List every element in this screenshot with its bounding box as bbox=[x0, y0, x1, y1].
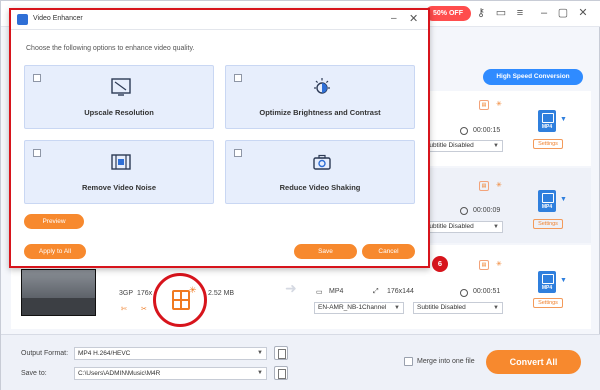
mp4-format-icon[interactable]: MP4 bbox=[538, 110, 556, 132]
chevron-down-icon[interactable]: ▼ bbox=[560, 116, 567, 123]
settings-button[interactable]: Settings bbox=[533, 298, 563, 308]
source-format: 3GP bbox=[119, 290, 134, 297]
minimize-icon[interactable]: – bbox=[537, 6, 551, 20]
thumbnail-ground bbox=[22, 298, 95, 315]
subtitle-value: Subtitle Disabled bbox=[417, 304, 466, 311]
subtitle-value: Subtitle Disabled bbox=[425, 223, 474, 230]
menu-icon[interactable]: ≡ bbox=[513, 6, 527, 20]
duration-text: 00:00:51 bbox=[473, 288, 501, 295]
merge-label: Merge into one file bbox=[417, 358, 475, 365]
save-path-select[interactable]: C:\Users\ADMIN\Music\M4R ▼ bbox=[74, 367, 267, 380]
convert-arrow-icon: ➜ bbox=[285, 280, 297, 296]
output-format: MP4 bbox=[329, 288, 344, 295]
save-button[interactable]: Save bbox=[294, 244, 357, 259]
subtitle-value: Subtitle Disabled bbox=[425, 142, 474, 149]
enhance-video-icon bbox=[172, 290, 190, 310]
mp4-format-icon[interactable]: MP4 bbox=[538, 271, 556, 293]
option-upscale-resolution[interactable]: Upscale Resolution bbox=[24, 65, 214, 129]
merge-checkbox[interactable] bbox=[404, 357, 413, 366]
duration-text: 00:00:15 bbox=[473, 127, 501, 134]
format-settings-icon[interactable] bbox=[274, 346, 288, 360]
sparkle-icon[interactable]: ✳ bbox=[496, 181, 502, 189]
film-icon bbox=[111, 154, 131, 170]
cancel-button[interactable]: Cancel bbox=[362, 244, 415, 259]
convert-all-button[interactable]: Convert All bbox=[486, 350, 581, 374]
folder-icon[interactable] bbox=[274, 366, 288, 380]
option-checkbox[interactable] bbox=[234, 149, 242, 157]
save-to-label: Save to: bbox=[21, 370, 47, 377]
key-icon[interactable]: ⚷ bbox=[474, 6, 488, 20]
app-window: 50% OFF ⚷ ▭ ≡ – ▢ ✕ High Speed Conversio… bbox=[0, 0, 600, 390]
clock-icon bbox=[460, 127, 468, 135]
output-format-value: MP4 H.264/HEVC bbox=[78, 350, 131, 357]
maximize-icon[interactable]: ▢ bbox=[556, 6, 570, 20]
chevron-down-icon: ▼ bbox=[493, 224, 499, 230]
sparkle-icon[interactable]: ✳ bbox=[496, 260, 502, 268]
high-speed-conversion-button[interactable]: High Speed Conversion bbox=[483, 69, 583, 85]
option-label: Optimize Brightness and Contrast bbox=[259, 108, 381, 117]
option-checkbox[interactable] bbox=[234, 74, 242, 82]
thumbnail-sky bbox=[22, 270, 95, 300]
chevron-down-icon[interactable]: ▼ bbox=[560, 277, 567, 284]
preview-button[interactable]: Preview bbox=[24, 214, 84, 229]
chevron-down-icon: ▼ bbox=[493, 305, 499, 311]
option-reduce-shaking[interactable]: Reduce Video Shaking bbox=[225, 140, 415, 204]
subtitle-select[interactable]: Subtitle Disabled ▼ bbox=[421, 221, 503, 233]
option-checkbox[interactable] bbox=[33, 149, 41, 157]
save-path-value: C:\Users\ADMIN\Music\M4R bbox=[78, 370, 161, 377]
upscale-icon bbox=[111, 78, 131, 96]
hdr-badge-icon[interactable]: ▤ bbox=[479, 100, 489, 110]
output-format-select[interactable]: MP4 H.264/HEVC ▼ bbox=[74, 347, 267, 360]
scissors-icon[interactable]: ✂ bbox=[141, 305, 147, 313]
video-enhancer-dialog: Video Enhancer – ✕ Choose the following … bbox=[9, 8, 430, 268]
option-remove-noise[interactable]: Remove Video Noise bbox=[24, 140, 214, 204]
sparkle-icon: ✳ bbox=[189, 285, 197, 295]
source-resolution: 176x bbox=[137, 290, 153, 297]
apply-to-all-button[interactable]: Apply to All bbox=[24, 244, 86, 259]
option-label: Reduce Video Shaking bbox=[279, 183, 361, 192]
promo-badge[interactable]: 50% OFF bbox=[425, 6, 471, 21]
minimize-icon[interactable]: – bbox=[391, 13, 397, 24]
dialog-title: Video Enhancer bbox=[33, 15, 83, 22]
duration-text: 00:00:09 bbox=[473, 207, 501, 214]
camera-icon bbox=[313, 154, 331, 170]
audio-track-select[interactable]: EN-AMR_NB-1Channel ▼ bbox=[314, 302, 404, 314]
cut-icon[interactable]: ✄ bbox=[121, 305, 127, 313]
hdr-badge-icon[interactable]: ▤ bbox=[479, 181, 489, 191]
hdr-badge-icon[interactable]: ▤ bbox=[479, 260, 489, 270]
settings-button[interactable]: Settings bbox=[533, 219, 563, 229]
clock-icon bbox=[460, 207, 468, 215]
clock-icon bbox=[460, 289, 468, 297]
source-size: 2.52 MB bbox=[208, 290, 235, 297]
option-checkbox[interactable] bbox=[33, 74, 41, 82]
sparkle-icon[interactable]: ✳ bbox=[496, 100, 502, 108]
dialog-title-bar: Video Enhancer – ✕ bbox=[11, 10, 428, 30]
video-thumbnail[interactable] bbox=[21, 269, 96, 316]
option-label: Remove Video Noise bbox=[81, 183, 157, 192]
app-logo-icon bbox=[17, 14, 28, 25]
chevron-down-icon: ▼ bbox=[493, 143, 499, 149]
subtitle-select[interactable]: Subtitle Disabled ▼ bbox=[413, 302, 503, 314]
output-resolution: 176x144 bbox=[387, 288, 414, 295]
close-icon[interactable]: ✕ bbox=[576, 6, 590, 20]
film-out-icon: ▭ bbox=[316, 289, 323, 296]
mp4-format-icon[interactable]: MP4 bbox=[538, 190, 556, 212]
step-number-badge: 6 bbox=[432, 256, 448, 272]
chevron-down-icon: ▼ bbox=[257, 370, 263, 376]
close-icon[interactable]: ✕ bbox=[409, 12, 418, 25]
chevron-down-icon: ▼ bbox=[394, 305, 400, 311]
option-label: Upscale Resolution bbox=[84, 108, 154, 117]
chevron-down-icon[interactable]: ▼ bbox=[560, 196, 567, 203]
enhance-video-highlight[interactable]: ✳ bbox=[153, 273, 207, 327]
resize-icon: ⤢ bbox=[373, 288, 379, 295]
settings-button[interactable]: Settings bbox=[533, 139, 563, 149]
cart-icon[interactable]: ▭ bbox=[494, 6, 508, 20]
dialog-hint: Choose the following options to enhance … bbox=[26, 45, 195, 52]
chevron-down-icon: ▼ bbox=[257, 350, 263, 356]
brightness-icon bbox=[314, 78, 330, 94]
audio-track-value: EN-AMR_NB-1Channel bbox=[318, 304, 387, 311]
output-format-label: Output Format: bbox=[21, 350, 69, 357]
option-optimize-brightness[interactable]: Optimize Brightness and Contrast bbox=[225, 65, 415, 129]
subtitle-select[interactable]: Subtitle Disabled ▼ bbox=[421, 140, 503, 152]
